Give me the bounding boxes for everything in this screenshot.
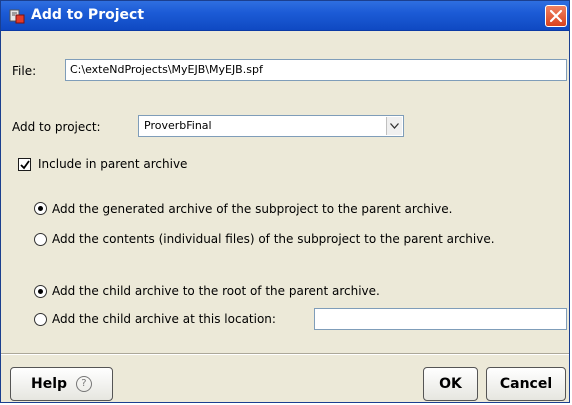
help-label: Help (31, 376, 68, 392)
radio-contents[interactable] (34, 233, 47, 246)
radio-location[interactable] (34, 313, 47, 326)
dropdown-button[interactable] (386, 117, 402, 135)
include-parent-label: Include in parent archive (38, 157, 188, 171)
file-path-field[interactable]: C:\exteNdProjects\MyEJB\MyEJB.spf (65, 59, 567, 81)
radio-selected-dot (38, 206, 43, 211)
add-to-project-dialog: Add to Project File: C:\exteNdProjects\M… (0, 0, 570, 403)
cancel-button[interactable]: Cancel (486, 367, 566, 401)
close-icon (549, 9, 563, 23)
project-select-value: ProverbFinal (144, 119, 212, 132)
close-button[interactable] (545, 5, 567, 27)
location-input[interactable] (314, 308, 567, 330)
file-label: File: (12, 64, 37, 78)
radio-selected-dot (38, 289, 43, 294)
help-button[interactable]: Help ? (10, 367, 113, 401)
radio-contents-label[interactable]: Add the contents (individual files) of t… (52, 232, 495, 246)
radio-location-label[interactable]: Add the child archive at this location: (52, 312, 276, 326)
radio-root-label[interactable]: Add the child archive to the root of the… (52, 284, 380, 298)
radio-generated-archive[interactable] (34, 202, 47, 215)
checkmark-icon (20, 160, 30, 170)
project-icon (9, 8, 25, 24)
button-divider (1, 353, 569, 355)
radio-generated-archive-label[interactable]: Add the generated archive of the subproj… (52, 202, 452, 216)
window-title: Add to Project (31, 7, 145, 23)
include-parent-checkbox[interactable] (18, 158, 31, 171)
ok-button[interactable]: OK (423, 367, 478, 401)
project-select[interactable]: ProverbFinal (138, 115, 404, 137)
radio-root[interactable] (34, 285, 47, 298)
chevron-down-icon (390, 123, 399, 129)
add-to-project-label: Add to project: (12, 120, 101, 134)
help-icon: ? (75, 376, 92, 392)
title-bar[interactable]: Add to Project (1, 1, 569, 31)
